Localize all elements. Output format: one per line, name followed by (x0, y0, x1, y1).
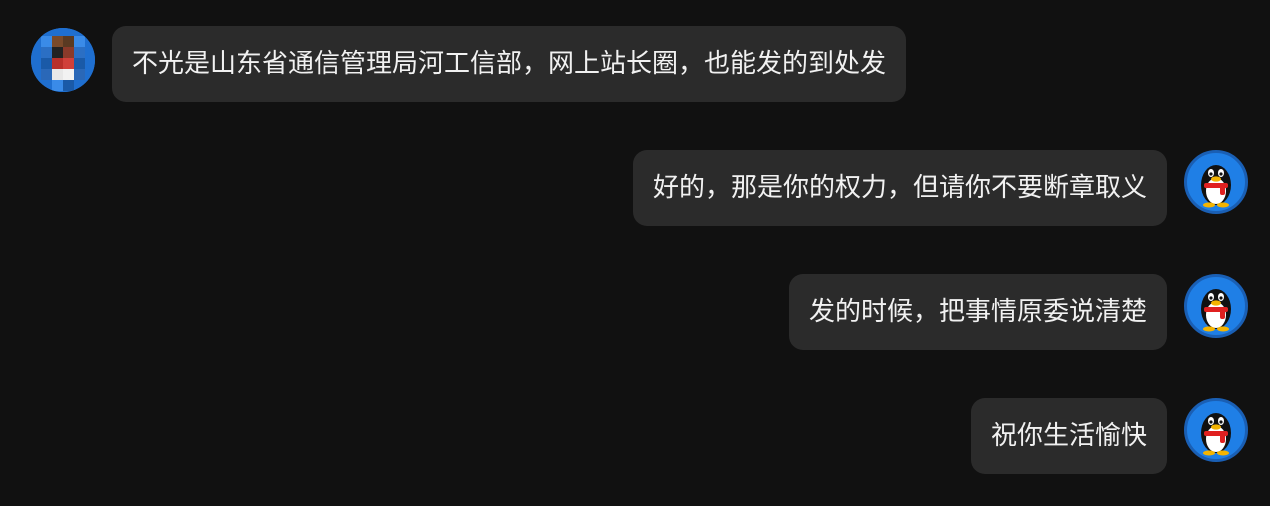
pixelated-avatar-icon (31, 28, 95, 92)
message-row-outgoing: 祝你生活愉快 (0, 398, 1270, 474)
penguin-icon (1201, 413, 1231, 456)
chat-conversation: 不光是山东省通信管理局河工信部，网上站长圈，也能发的到处发 好的，那是你的权力，… (0, 0, 1270, 506)
message-text: 不光是山东省通信管理局河工信部，网上站长圈，也能发的到处发 (132, 49, 887, 79)
message-text: 好的，那是你的权力，但请你不要断章取义 (652, 173, 1147, 203)
message-bubble[interactable]: 发的时候，把事情原委说清楚 (788, 274, 1167, 350)
message-row-outgoing: 好的，那是你的权力，但请你不要断章取义 (0, 150, 1270, 226)
message-row-incoming: 不光是山东省通信管理局河工信部，网上站长圈，也能发的到处发 (0, 26, 1270, 102)
message-text: 祝你生活愉快 (990, 421, 1147, 451)
penguin-icon (1201, 165, 1231, 208)
qq-penguin-avatar[interactable] (1184, 398, 1248, 462)
message-bubble[interactable]: 不光是山东省通信管理局河工信部，网上站长圈，也能发的到处发 (112, 26, 907, 102)
message-text: 发的时候，把事情原委说清楚 (808, 297, 1147, 327)
message-bubble[interactable]: 祝你生活愉快 (970, 398, 1167, 474)
message-row-outgoing: 发的时候，把事情原委说清楚 (0, 274, 1270, 350)
penguin-icon (1201, 289, 1231, 332)
message-bubble[interactable]: 好的，那是你的权力，但请你不要断章取义 (632, 150, 1167, 226)
qq-penguin-avatar[interactable] (1184, 274, 1248, 338)
qq-penguin-avatar[interactable] (1184, 150, 1248, 214)
pixelated-avatar[interactable] (31, 28, 95, 92)
